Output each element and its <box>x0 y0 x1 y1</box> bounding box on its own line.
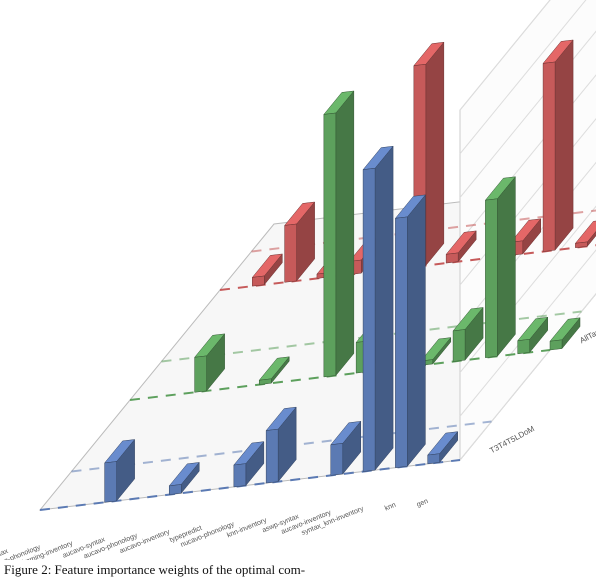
figure-caption: Figure 2: Feature importance weights of … <box>4 562 305 578</box>
bar-T3T4T5LDoM-4 <box>169 484 181 494</box>
bar-T3T4T5_NW-7 <box>446 253 458 263</box>
bar-T3T4T5_NW-1 <box>252 276 264 286</box>
bar-T3T4T5LDoM-2 <box>105 461 117 502</box>
x-tick: knn <box>384 502 397 513</box>
x-tick: gen <box>416 498 430 509</box>
bar-AllTasks-10 <box>453 329 465 361</box>
bar-T3T4T5_NW-10 <box>543 62 555 252</box>
depth-tick: AllTasks <box>578 324 596 346</box>
bar-AllTasks-6 <box>324 113 336 377</box>
bar-T3T4T5LDoM-10 <box>363 168 375 471</box>
bar-AllTasks-2 <box>195 356 207 392</box>
feature-importance-3d-chart: 0.00.10.20.30.40.50.60.70.8Weightsswimmi… <box>0 0 596 560</box>
bar-T3T4T5LDoM-9 <box>331 443 343 475</box>
bar-AllTasks-11 <box>485 199 497 358</box>
bar-T3T4T5LDoM-7 <box>266 429 278 483</box>
bar-AllTasks-12 <box>518 339 530 354</box>
bar-AllTasks-13 <box>550 340 562 350</box>
depth-tick: T3T4T5LDoM <box>488 424 536 455</box>
bar-T3T4T5LDoM-11 <box>395 217 407 468</box>
bar-T3T4T5LDoM-12 <box>428 454 440 464</box>
bar-T3T4T5LDoM-6 <box>234 464 246 487</box>
bar-T3T4T5_NW-2 <box>285 224 297 282</box>
